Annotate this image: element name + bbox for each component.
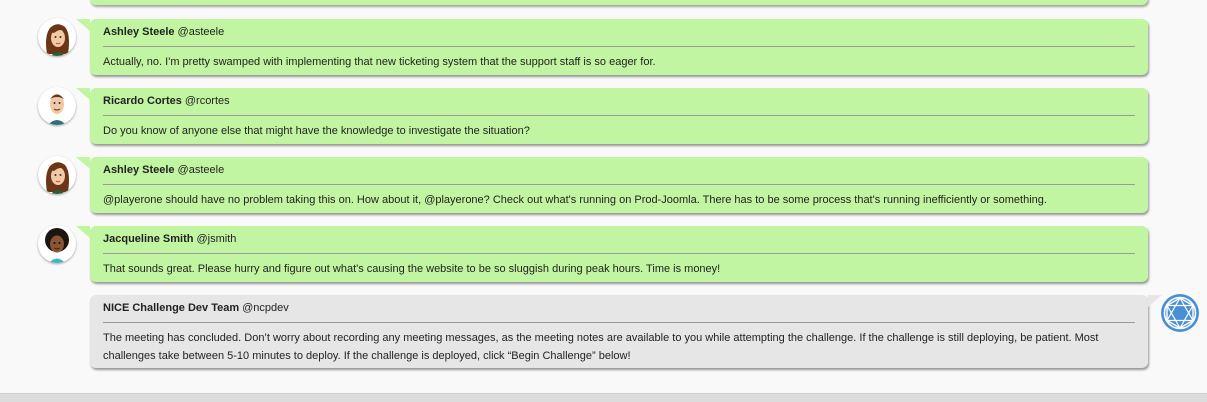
message-bubble: Ricardo Cortes @rcortes Do you know of an…: [76, 88, 1148, 144]
message-header: Ashley Steele @asteele: [103, 157, 1135, 185]
sender-handle: @ncpdev: [242, 302, 289, 314]
message-bubble: Jacqueline Smith @jsmith That sounds grea…: [76, 226, 1148, 282]
message-text: That sounds great. Please hurry and figu…: [103, 263, 721, 275]
message-header: Ashley Steele @asteele: [103, 19, 1135, 47]
system-message-bubble: NICE Challenge Dev Team @ncpdev The meeti…: [90, 295, 1162, 368]
previous-message-bubble: [90, 0, 1148, 5]
message-bubble: Ashley Steele @asteele @playerone should …: [76, 157, 1148, 213]
sender-name: Ashley Steele: [103, 26, 175, 38]
sender-handle: @jsmith: [196, 233, 237, 245]
message-header: Ricardo Cortes @rcortes: [103, 88, 1135, 116]
sender-name: NICE Challenge Dev Team: [103, 302, 240, 314]
sender-name: Ashley Steele: [103, 164, 175, 176]
jacqueline-avatar: [38, 225, 76, 263]
message-text: Actually, no. I'm pretty swamped with im…: [103, 56, 656, 68]
message-bubble: Ashley Steele @asteele Actually, no. I'm …: [76, 19, 1148, 75]
sender-name: Jacqueline Smith: [103, 233, 194, 245]
ashley-avatar: [38, 18, 76, 56]
sender-handle: @asteele: [177, 164, 225, 176]
message-header: Jacqueline Smith @jsmith: [103, 226, 1135, 254]
ricardo-avatar: [38, 87, 76, 125]
ashley-avatar: [38, 156, 76, 194]
sender-handle: @asteele: [177, 26, 225, 38]
sender-handle: @rcortes: [184, 95, 230, 107]
message-text: The meeting has concluded. Don’t worry a…: [103, 332, 1099, 362]
message-text: Do you know of anyone else that might ha…: [103, 125, 530, 137]
nice-logo-icon: [1160, 293, 1200, 333]
sender-name: Ricardo Cortes: [103, 95, 182, 107]
message-text: @playerone should have no problem taking…: [103, 194, 1047, 206]
message-header: NICE Challenge Dev Team @ncpdev: [103, 295, 1135, 323]
